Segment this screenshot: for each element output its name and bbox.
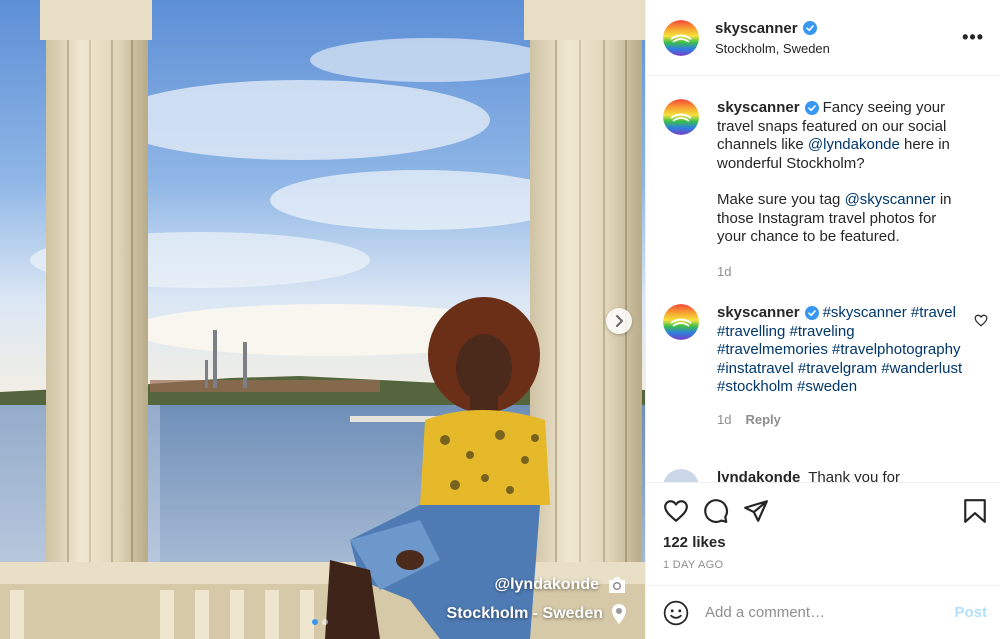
share-button[interactable] xyxy=(743,499,769,523)
comment-body: skyscanner #skyscanner #travel #travellin… xyxy=(717,304,967,429)
caption-body: skyscanner Fancy seeing your travel snaps… xyxy=(717,99,967,281)
avatar[interactable] xyxy=(663,99,699,135)
location-pin-icon xyxy=(612,604,626,624)
skyscanner-logo xyxy=(663,304,699,340)
comment-text: Thank you for xyxy=(808,469,900,482)
caption-time[interactable]: 1d xyxy=(717,263,731,282)
post-side-panel: skyscanner Stockholm, Sweden ••• skyscan xyxy=(645,0,1000,639)
post-actions: 122 likes 1 DAY AGO xyxy=(646,482,1000,571)
bookmark-icon xyxy=(964,499,986,523)
camera-icon xyxy=(609,577,625,593)
comments-list[interactable]: skyscanner Fancy seeing your travel snaps… xyxy=(646,77,1000,482)
post-author-name: skyscanner xyxy=(715,19,798,37)
comment-button[interactable] xyxy=(703,498,729,524)
mention-link[interactable]: @lyndakonde xyxy=(808,136,900,153)
comment-bubble-icon xyxy=(704,499,728,524)
photo-location-tag[interactable]: Stockholm - Sweden xyxy=(447,603,627,625)
comment-body: lyndakonde Thank you for xyxy=(717,469,967,482)
comment-author-name: skyscanner xyxy=(717,304,800,321)
caption-text-3: Make sure you tag xyxy=(717,191,845,208)
avatar[interactable] xyxy=(663,469,699,482)
skyscanner-logo xyxy=(663,19,699,56)
caption: skyscanner Fancy seeing your travel snaps… xyxy=(663,99,988,281)
carousel-indicator xyxy=(312,619,328,625)
emoji-icon[interactable] xyxy=(663,600,689,626)
mention-link[interactable]: @skyscanner xyxy=(845,191,936,208)
like-comment-heart-icon[interactable] xyxy=(974,314,988,327)
comment-author-name[interactable]: lyndakonde xyxy=(717,469,800,482)
comment-author[interactable]: skyscanner xyxy=(717,304,819,323)
verified-badge-icon xyxy=(804,101,819,116)
photo-user-tag-label: @lyndakonde xyxy=(494,576,599,593)
verified-badge-icon xyxy=(804,306,819,321)
likes-count[interactable]: 122 likes xyxy=(646,527,1000,551)
comment: skyscanner #skyscanner #travel #travellin… xyxy=(663,304,988,429)
photo-scene xyxy=(0,0,645,639)
photo-location-tag-label: Stockholm - Sweden xyxy=(446,605,603,622)
comment-input[interactable] xyxy=(705,604,955,621)
like-button[interactable] xyxy=(663,499,689,523)
skyscanner-logo xyxy=(663,99,699,135)
carousel-next-button[interactable] xyxy=(606,308,632,334)
post-header: skyscanner Stockholm, Sweden ••• xyxy=(646,0,1000,76)
post-date[interactable]: 1 DAY AGO xyxy=(646,551,1000,571)
avatar[interactable] xyxy=(663,304,699,340)
heart-icon xyxy=(664,500,688,522)
caption-author-name: skyscanner xyxy=(717,99,800,116)
post-location[interactable]: Stockholm, Sweden xyxy=(715,41,962,56)
post-photo[interactable]: @lyndakonde Stockholm - Sweden xyxy=(0,0,645,639)
comment-composer: Post xyxy=(646,585,1000,639)
caption-author[interactable]: skyscanner xyxy=(717,99,819,118)
carousel-dot-active xyxy=(312,619,318,625)
save-button[interactable] xyxy=(963,498,987,524)
carousel-dot xyxy=(322,619,328,625)
photo-user-tag[interactable]: @lyndakonde xyxy=(494,576,627,594)
comment: lyndakonde Thank you for xyxy=(663,469,988,482)
comment-time[interactable]: 1d xyxy=(717,411,731,430)
chevron-right-icon xyxy=(616,315,623,327)
post-author[interactable]: skyscanner xyxy=(715,20,817,37)
paper-plane-icon xyxy=(744,500,768,522)
more-options-button[interactable]: ••• xyxy=(962,27,984,48)
verified-badge-icon xyxy=(802,21,817,35)
reply-button[interactable]: Reply xyxy=(745,411,780,430)
post-comment-button[interactable]: Post xyxy=(954,604,987,621)
avatar[interactable] xyxy=(663,19,699,56)
